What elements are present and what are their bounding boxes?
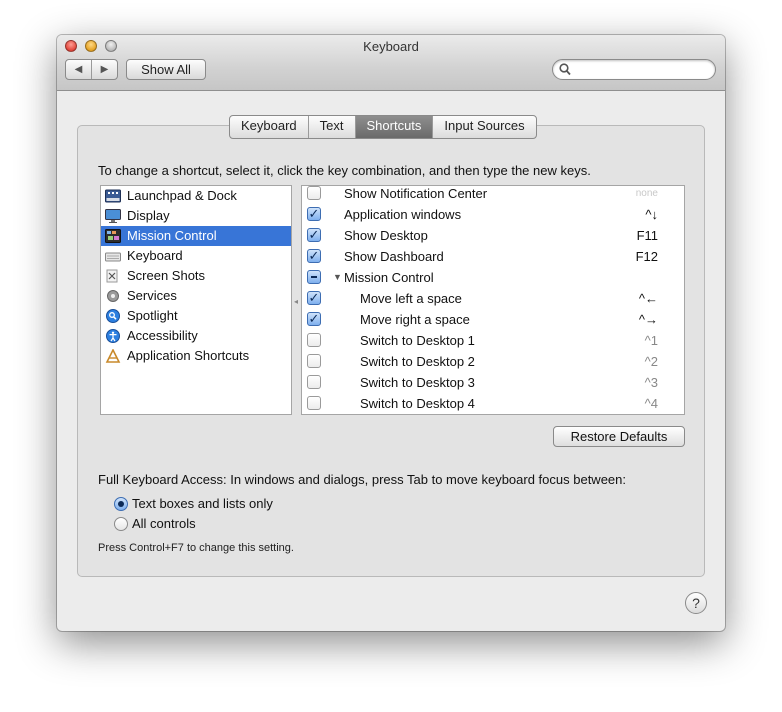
radio-label[interactable]: All controls — [132, 516, 196, 531]
shortcut-checkbox[interactable] — [307, 333, 321, 347]
shortcut-key[interactable]: ^→ — [639, 309, 658, 330]
category-list[interactable]: Launchpad & Dock Display Mission Control… — [100, 185, 292, 415]
shortcut-key[interactable]: F11 — [637, 225, 658, 246]
category-label: Launchpad & Dock — [127, 188, 237, 203]
back-forward-control: ◀ ▶ — [65, 59, 118, 80]
category-spotlight[interactable]: Spotlight — [101, 306, 291, 326]
shortcut-row[interactable]: ✓ Move right a space ^→ — [302, 309, 684, 330]
accessibility-icon — [106, 329, 120, 343]
radio-text-boxes-lists[interactable] — [114, 497, 128, 511]
shortcut-row[interactable]: ✓ Show Dashboard F12 — [302, 246, 684, 267]
shortcut-checkbox[interactable] — [307, 354, 321, 368]
services-gear-icon — [107, 290, 119, 302]
shortcut-row[interactable]: Switch to Desktop 3 ^3 — [302, 372, 684, 393]
group-checkbox[interactable] — [307, 270, 321, 284]
shortcut-label: Switch to Desktop 1 — [360, 333, 475, 348]
shortcut-label: Move right a space — [360, 312, 470, 327]
category-services[interactable]: Services — [101, 286, 291, 306]
shortcut-group-row[interactable]: ▼ Mission Control — [302, 267, 684, 288]
search-icon — [559, 63, 571, 76]
shortcut-label: Switch to Desktop 2 — [360, 354, 475, 369]
tab-input-sources[interactable]: Input Sources — [433, 116, 535, 138]
tab-shortcuts[interactable]: Shortcuts — [355, 116, 434, 138]
show-all-button[interactable]: Show All — [126, 59, 206, 80]
shortcut-group-label: Mission Control — [344, 270, 434, 285]
tab-keyboard[interactable]: Keyboard — [230, 116, 309, 138]
radio-label[interactable]: Text boxes and lists only — [132, 496, 273, 511]
category-keyboard[interactable]: Keyboard — [101, 246, 291, 266]
full-keyboard-access-text: Full Keyboard Access: In windows and dia… — [98, 472, 626, 487]
restore-defaults-button[interactable]: Restore Defaults — [553, 426, 685, 447]
shortcut-label: Show Notification Center — [344, 186, 488, 201]
category-label: Spotlight — [127, 308, 178, 323]
shortcut-label: Switch to Desktop 3 — [360, 375, 475, 390]
shortcut-checkbox[interactable]: ✓ — [307, 291, 321, 305]
tab-bar: Keyboard Text Shortcuts Input Sources — [229, 115, 537, 139]
shortcut-row[interactable]: Switch to Desktop 1 ^1 — [302, 330, 684, 351]
shortcut-key[interactable]: ^4 — [645, 393, 658, 414]
help-button[interactable]: ? — [685, 592, 707, 614]
display-icon — [105, 209, 121, 223]
category-display[interactable]: Display — [101, 206, 291, 226]
shortcut-row[interactable]: Switch to Desktop 2 ^2 — [302, 351, 684, 372]
shortcut-label: Show Dashboard — [344, 249, 444, 264]
disclosure-triangle-icon[interactable]: ▼ — [333, 267, 342, 288]
category-application-shortcuts[interactable]: Application Shortcuts — [101, 346, 291, 366]
category-label: Screen Shots — [127, 268, 206, 283]
instruction-text: To change a shortcut, select it, click t… — [98, 163, 591, 178]
category-launchpad-dock[interactable]: Launchpad & Dock — [101, 186, 291, 206]
shortcut-key[interactable]: ^↓ — [645, 204, 658, 225]
shortcut-list[interactable]: Show Notification Center none ✓ Applicat… — [301, 185, 685, 415]
shortcut-row[interactable]: Switch to Desktop 4 ^4 — [302, 393, 684, 414]
launchpad-dock-icon — [105, 189, 121, 203]
shortcut-row[interactable]: ✓ Move left a space ^← — [302, 288, 684, 309]
shortcut-row[interactable]: ✓ Application windows ^↓ — [302, 204, 684, 225]
category-label: Application Shortcuts — [127, 348, 250, 363]
tab-text[interactable]: Text — [309, 116, 356, 138]
shortcut-checkbox[interactable]: ✓ — [307, 249, 321, 263]
shortcut-key[interactable]: none — [636, 186, 658, 204]
shortcut-row[interactable]: ✓ Show Desktop F11 — [302, 225, 684, 246]
category-label: Mission Control — [127, 228, 217, 243]
shortcut-key[interactable]: ^← — [639, 288, 658, 309]
shortcut-key[interactable]: ^3 — [645, 372, 658, 393]
shortcut-checkbox[interactable] — [307, 375, 321, 389]
window-title: Keyboard — [363, 39, 419, 54]
search-field[interactable] — [552, 59, 716, 80]
keyboard-preferences-window: Keyboard ◀ ▶ Show All Keyboard Text Shor… — [57, 35, 725, 631]
shortcut-key[interactable]: ^2 — [645, 351, 658, 372]
category-accessibility[interactable]: Accessibility — [101, 326, 291, 346]
shortcut-checkbox[interactable]: ✓ — [307, 312, 321, 326]
category-screen-shots[interactable]: Screen Shots — [101, 266, 291, 286]
category-label: Display — [127, 208, 170, 223]
search-input[interactable] — [575, 61, 713, 79]
shortcut-checkbox[interactable] — [307, 396, 321, 410]
category-label: Services — [127, 288, 177, 303]
shortcut-checkbox[interactable]: ✓ — [307, 207, 321, 221]
spotlight-icon — [106, 309, 120, 323]
forward-icon[interactable]: ▶ — [92, 60, 117, 79]
shortcut-label: Switch to Desktop 4 — [360, 396, 475, 411]
back-icon[interactable]: ◀ — [66, 60, 92, 79]
app-shortcuts-icon — [105, 349, 121, 363]
shortcut-row[interactable]: Show Notification Center none — [302, 186, 684, 204]
mission-control-icon — [105, 229, 121, 243]
shortcut-label: Move left a space — [360, 291, 462, 306]
category-label: Accessibility — [127, 328, 198, 343]
radio-all-controls[interactable] — [114, 517, 128, 531]
screenshot-icon — [106, 269, 118, 283]
shortcut-checkbox[interactable] — [307, 186, 321, 200]
shortcut-key[interactable]: ^1 — [645, 330, 658, 351]
shortcut-label: Show Desktop — [344, 228, 428, 243]
title-bar: Keyboard ◀ ▶ Show All — [57, 35, 725, 91]
shortcut-label: Application windows — [344, 207, 462, 222]
split-view-handle[interactable]: ◂ — [294, 297, 298, 306]
category-label: Keyboard — [127, 248, 183, 263]
shortcut-key[interactable]: F12 — [636, 246, 658, 267]
category-mission-control[interactable]: Mission Control — [101, 226, 291, 246]
shortcut-checkbox[interactable]: ✓ — [307, 228, 321, 242]
keyboard-icon — [105, 252, 121, 262]
keyboard-access-hint: Press Control+F7 to change this setting. — [98, 542, 294, 554]
